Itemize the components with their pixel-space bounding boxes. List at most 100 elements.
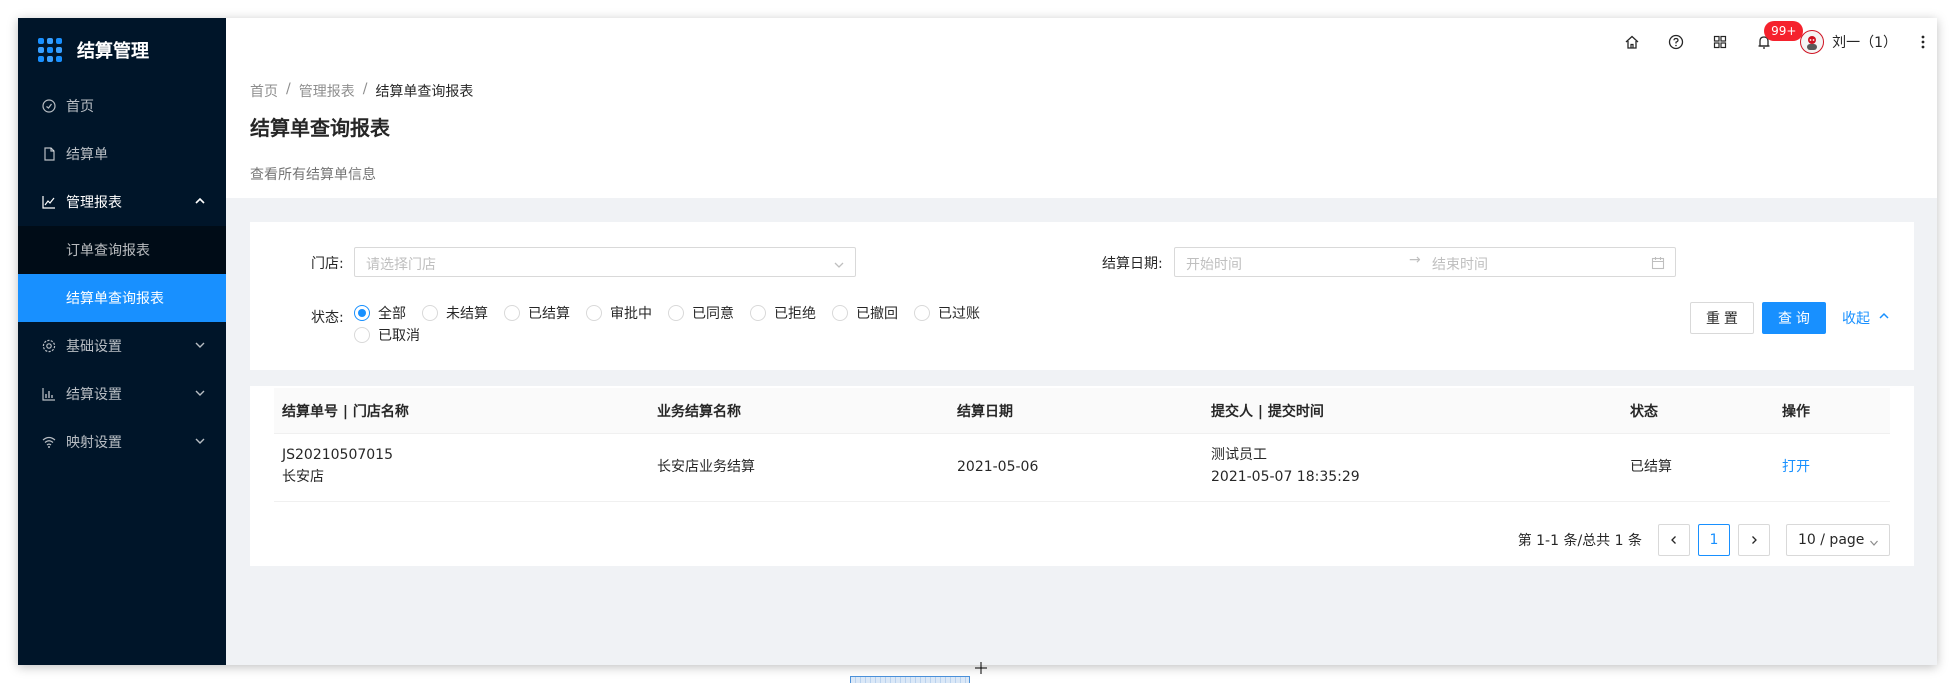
breadcrumb-separator: / <box>362 81 368 97</box>
radio-circle <box>832 305 848 321</box>
status-radio-withdrawn[interactable]: 已撤回 <box>832 302 898 324</box>
sidebar-item-settlement[interactable]: 结算单 <box>18 130 226 178</box>
top-header: 99+ 刘一（1） <box>226 18 1937 66</box>
page-header: 首页 / 管理报表 / 结算单查询报表 结算单查询报表 查看所有结算单信息 <box>226 66 1937 198</box>
radio-label: 已取消 <box>378 328 420 344</box>
column-header: 操作 <box>1782 404 1810 420</box>
appstore-icon[interactable] <box>1698 18 1742 66</box>
prev-page-button[interactable] <box>1658 524 1690 556</box>
status-label: 状态: <box>311 310 344 326</box>
query-button[interactable]: 查 询 <box>1762 302 1826 334</box>
sidebar-item-reports[interactable]: 管理报表 <box>18 178 226 226</box>
collapse-label: 收起 <box>1842 311 1870 327</box>
sidebar-item-basic-settings[interactable]: 基础设置 <box>18 322 226 370</box>
apps-grid-icon <box>38 38 62 62</box>
breadcrumb-current: 结算单查询报表 <box>375 84 474 100</box>
home-icon[interactable] <box>1610 18 1654 66</box>
chevron-left-icon <box>1671 536 1676 544</box>
page-title: 结算单查询报表 <box>250 116 390 140</box>
breadcrumb-reports[interactable]: 管理报表 <box>299 81 355 101</box>
status-radio-rejected[interactable]: 已拒绝 <box>750 302 816 324</box>
radio-circle <box>422 305 438 321</box>
radio-label: 已拒绝 <box>774 306 816 322</box>
sidebar-item-label: 首页 <box>66 99 94 115</box>
cell-submitter: 测试员工 <box>1211 447 1267 463</box>
line-chart-icon <box>42 195 56 209</box>
radio-circle <box>586 305 602 321</box>
store-select[interactable]: 请选择门店 <box>354 247 856 277</box>
column-header: 状态 <box>1630 404 1658 420</box>
chevron-down-icon <box>194 339 206 355</box>
avatar <box>1800 30 1825 54</box>
filter-form: 门店: 请选择门店 结算日期: 开始时间 → 结束时间 状态: 全部 未结算 已… <box>250 222 1914 370</box>
radio-circle <box>914 305 930 321</box>
reset-button[interactable]: 重 置 <box>1690 302 1754 334</box>
sidebar-item-settlement-settings[interactable]: 结算设置 <box>18 370 226 418</box>
status-radio-approved[interactable]: 已同意 <box>668 302 734 324</box>
chevron-up-icon <box>194 195 206 211</box>
page-size-value: 10 / page <box>1798 532 1865 548</box>
sidebar-item-label: 基础设置 <box>66 339 122 355</box>
chevron-down-icon <box>833 256 845 275</box>
status-radio-group: 全部 未结算 已结算 审批中 已同意 已拒绝 已撤回 已过账 已取消 <box>354 302 1034 346</box>
radio-circle <box>504 305 520 321</box>
user-name: 刘一（1） <box>1832 35 1897 51</box>
sidebar: 结算管理 首页 结算单 管理报表 订单查询报表 结算单查询报表 基础设置 结算设… <box>18 18 226 665</box>
date-label: 结算日期: <box>1102 256 1163 272</box>
sidebar-item-home[interactable]: 首页 <box>18 82 226 130</box>
sidebar-item-label: 结算设置 <box>66 387 122 403</box>
chevron-down-icon <box>1869 536 1879 552</box>
page-1-button[interactable]: 1 <box>1698 524 1730 556</box>
reports-submenu: 订单查询报表 结算单查询报表 <box>18 226 226 322</box>
radio-label: 已同意 <box>692 306 734 322</box>
crosshair-cursor-icon <box>975 659 987 678</box>
radio-label: 已结算 <box>528 306 570 322</box>
radio-label: 已过账 <box>938 306 980 322</box>
sidebar-item-label: 结算单 <box>66 147 108 163</box>
open-link[interactable]: 打开 <box>1782 456 1810 478</box>
sidebar-item-label: 映射设置 <box>66 435 122 451</box>
chevron-down-icon <box>194 435 206 451</box>
app-title: 结算管理 <box>77 41 149 62</box>
bell-icon[interactable]: 99+ <box>1742 18 1804 66</box>
sidebar-item-settlement-report[interactable]: 结算单查询报表 <box>18 274 226 322</box>
cell-date: 2021-05-06 <box>957 459 1039 475</box>
status-radio-settled[interactable]: 已结算 <box>504 302 570 324</box>
column-header: 业务结算名称 <box>657 404 741 420</box>
column-header: 提交人 | 提交时间 <box>1211 404 1324 420</box>
radio-circle <box>750 305 766 321</box>
help-icon[interactable] <box>1654 18 1698 66</box>
start-date-input[interactable]: 开始时间 <box>1186 254 1242 274</box>
status-radio-posted[interactable]: 已过账 <box>914 302 980 324</box>
status-radio-unsettled[interactable]: 未结算 <box>422 302 488 324</box>
sidebar-item-mapping-settings[interactable]: 映射设置 <box>18 418 226 466</box>
status-radio-cancelled[interactable]: 已取消 <box>354 324 420 346</box>
logo[interactable]: 结算管理 <box>18 18 226 82</box>
pagination: 第 1-1 条/总共 1 条 1 10 / page <box>1518 524 1890 556</box>
table-card: 结算单号 | 门店名称 业务结算名称 结算日期 提交人 | 提交时间 状态 操作… <box>250 386 1914 566</box>
radio-label: 未结算 <box>446 306 488 322</box>
breadcrumb-separator: / <box>286 81 291 97</box>
status-radio-all[interactable]: 全部 <box>354 302 406 324</box>
next-page-button[interactable] <box>1738 524 1770 556</box>
cell-submit-time: 2021-05-07 18:35:29 <box>1211 469 1360 485</box>
cell-store: 长安店 <box>282 469 324 485</box>
collapse-link[interactable]: 收起 <box>1842 308 1890 328</box>
cell-name: 长安店业务结算 <box>657 459 755 475</box>
status-radio-approving[interactable]: 审批中 <box>586 302 652 324</box>
file-icon <box>42 147 56 161</box>
date-range-picker[interactable]: 开始时间 → 结束时间 <box>1174 247 1676 277</box>
gear-icon <box>42 339 56 353</box>
more-vertical-icon[interactable] <box>1909 18 1937 66</box>
cell-status: 已结算 <box>1630 459 1672 475</box>
user-menu[interactable]: 刘一（1） <box>1786 18 1909 66</box>
sidebar-item-order-report[interactable]: 订单查询报表 <box>18 226 226 274</box>
radio-circle <box>668 305 684 321</box>
breadcrumb-home[interactable]: 首页 <box>250 81 278 101</box>
table-row[interactable]: JS20210507015 长安店 长安店业务结算 2021-05-06 测试员… <box>274 434 1890 502</box>
page-size-select[interactable]: 10 / page <box>1786 524 1890 556</box>
chevron-right-icon <box>1752 536 1757 544</box>
column-header: 结算单号 | 门店名称 <box>282 404 409 420</box>
end-date-input[interactable]: 结束时间 <box>1432 254 1488 274</box>
column-header: 结算日期 <box>957 404 1013 420</box>
